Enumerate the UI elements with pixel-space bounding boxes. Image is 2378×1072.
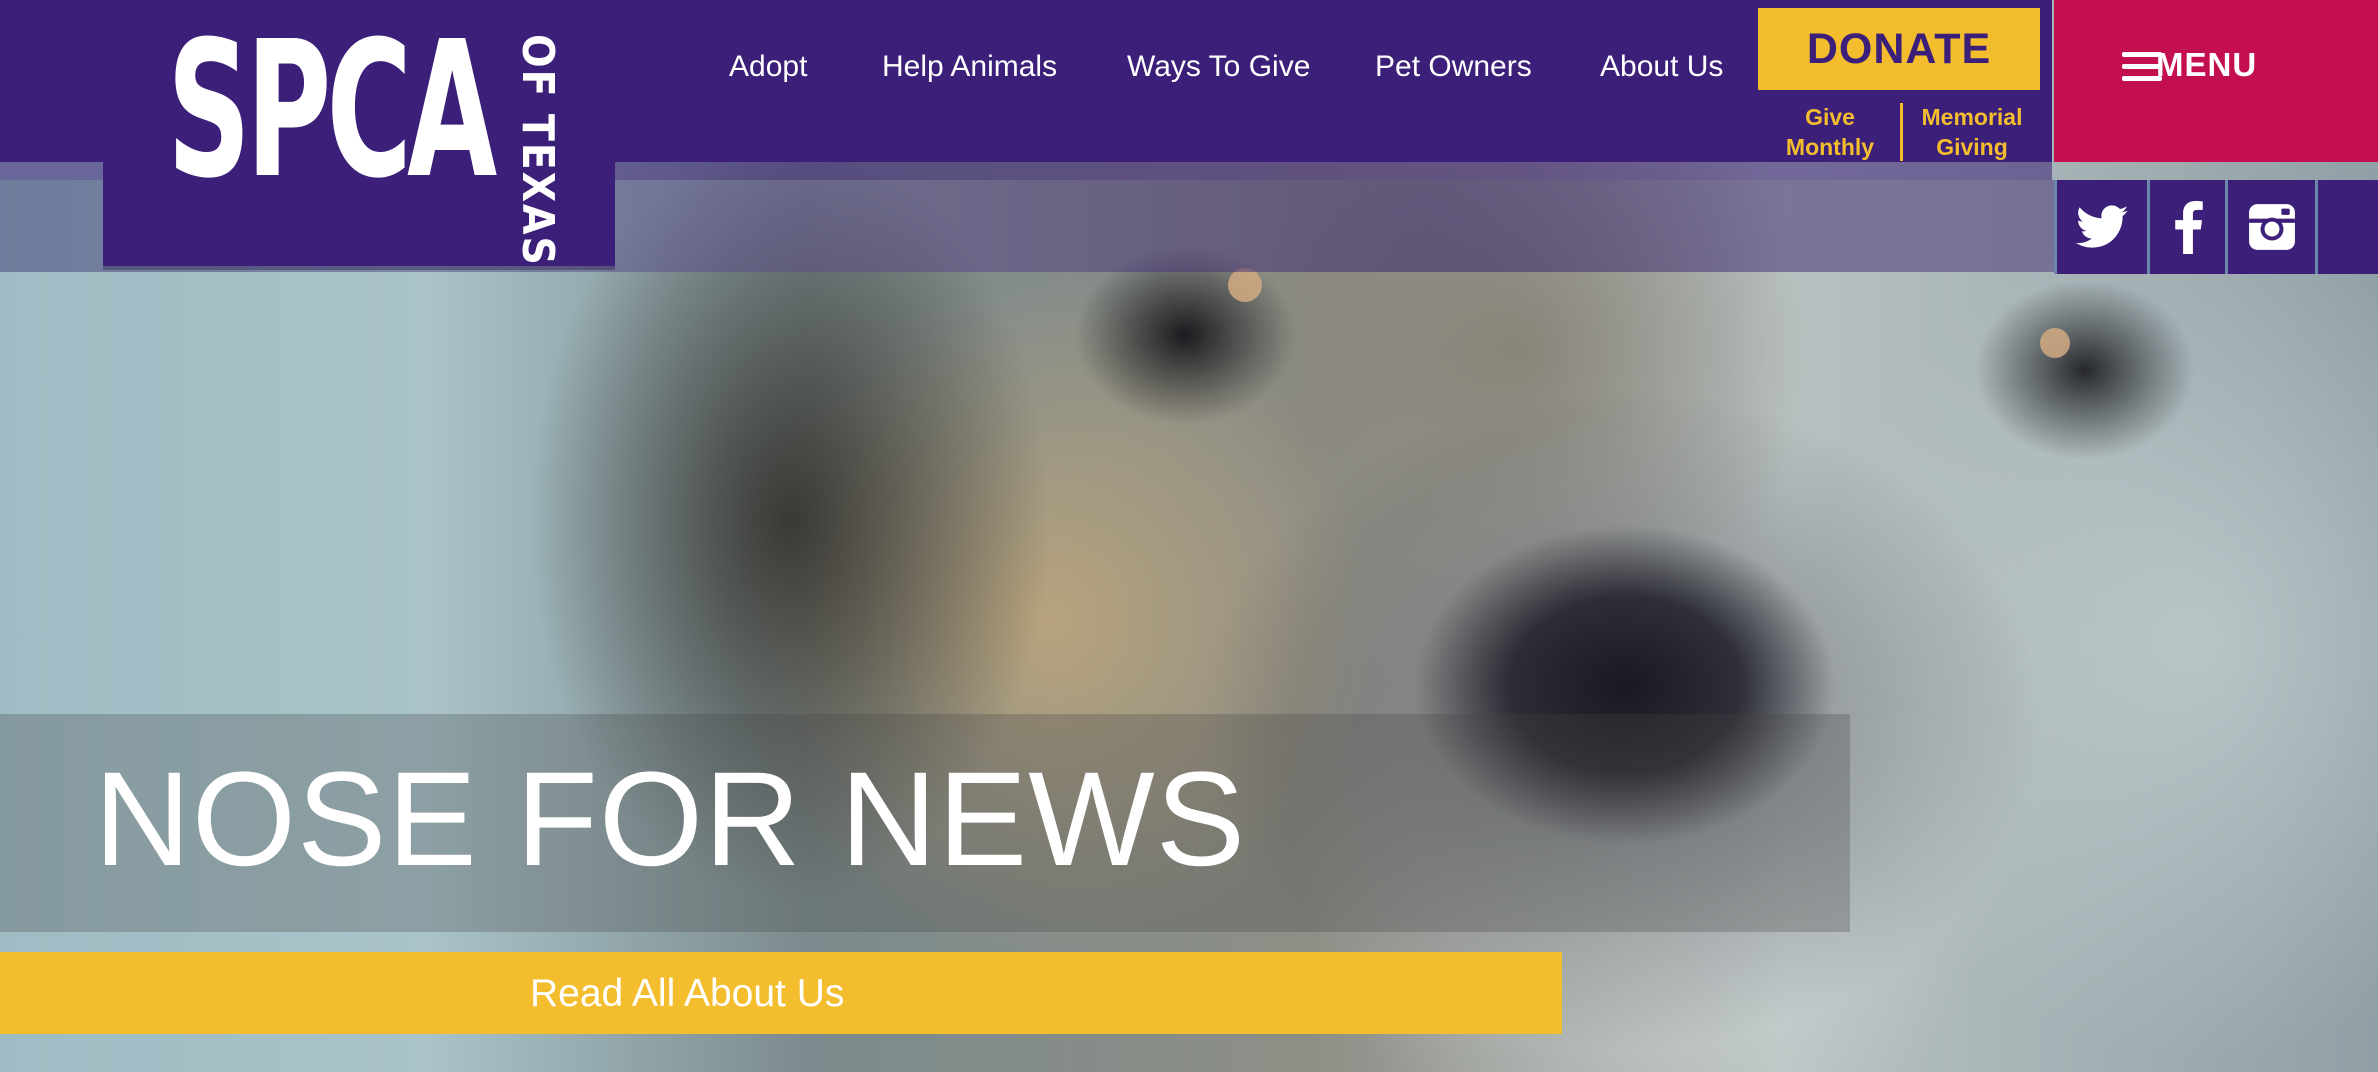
memorial-giving-line-2: Giving bbox=[1936, 134, 2008, 160]
site-logo[interactable]: SPCA OF TEXAS bbox=[103, 0, 615, 267]
twitter-icon bbox=[2076, 205, 2128, 248]
read-all-about-us-button[interactable]: Read All About Us bbox=[0, 952, 1562, 1034]
nav-item-adopt[interactable]: Adopt bbox=[729, 50, 807, 84]
donate-button[interactable]: DONATE bbox=[1758, 8, 2040, 90]
facebook-link[interactable] bbox=[2150, 180, 2225, 274]
give-links-divider bbox=[1900, 103, 1903, 161]
give-monthly-link[interactable]: Give Monthly bbox=[1780, 102, 1880, 162]
give-monthly-line-2: Monthly bbox=[1785, 134, 1875, 160]
hero-eye-highlight bbox=[1228, 268, 1262, 302]
give-monthly-line-1: Give bbox=[1805, 104, 1855, 130]
nav-item-help-animals[interactable]: Help Animals bbox=[882, 50, 1057, 84]
menu-button[interactable]: MENU bbox=[2054, 0, 2378, 162]
nav-item-pet-owners[interactable]: Pet Owners bbox=[1375, 50, 1532, 84]
menu-label: MENU bbox=[2156, 46, 2258, 83]
social-bar-end bbox=[2318, 180, 2378, 274]
twitter-link[interactable] bbox=[2057, 180, 2147, 274]
nav-item-ways-to-give[interactable]: Ways To Give bbox=[1127, 50, 1310, 84]
hero-eye-highlight bbox=[2040, 328, 2070, 358]
logo-wordmark: SPCA bbox=[167, 1, 497, 220]
instagram-link[interactable] bbox=[2228, 180, 2315, 274]
logo-subtitle: OF TEXAS bbox=[512, 34, 563, 267]
cta-label: Read All About Us bbox=[530, 972, 845, 1015]
facebook-icon bbox=[2174, 200, 2203, 254]
instagram-icon bbox=[2248, 204, 2295, 250]
memorial-giving-link[interactable]: Memorial Giving bbox=[1912, 102, 2032, 162]
memorial-giving-line-1: Memorial bbox=[1921, 104, 2023, 130]
hero-headline: NOSE FOR NEWS bbox=[94, 745, 1247, 894]
nav-item-about-us[interactable]: About Us bbox=[1600, 50, 1723, 84]
